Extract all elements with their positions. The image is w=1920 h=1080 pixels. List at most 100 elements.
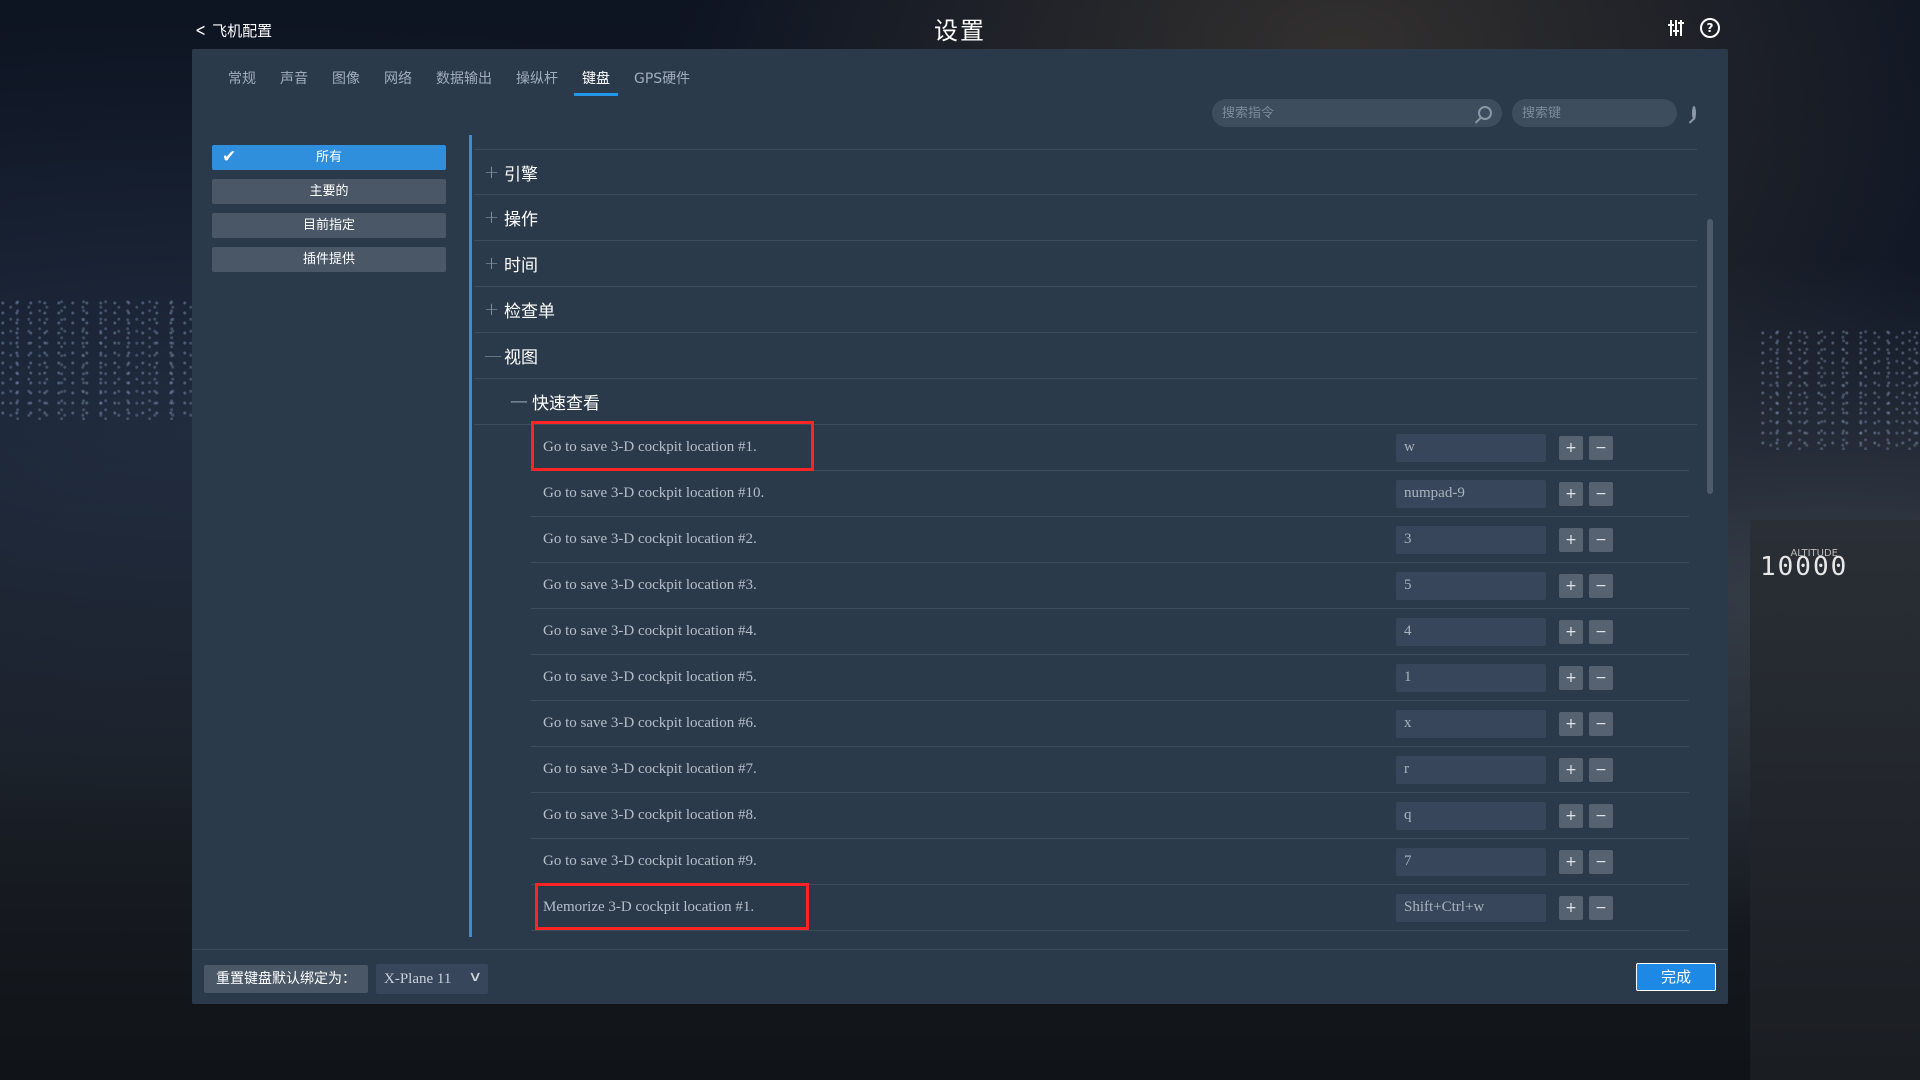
- category-checklist[interactable]: + 检查单: [474, 287, 1697, 333]
- remove-binding-button[interactable]: −: [1589, 711, 1613, 736]
- add-binding-button[interactable]: +: [1559, 849, 1583, 874]
- chevron-down-icon: ∨: [467, 970, 483, 985]
- key-binding-field[interactable]: q: [1396, 801, 1546, 830]
- category-label: 操作: [504, 210, 538, 230]
- key-binding-field[interactable]: 4: [1396, 617, 1546, 646]
- tab-bar: 常规 声音 图像 网络 数据输出 操纵杆 键盘 GPS硬件: [216, 68, 702, 96]
- settings-panel: 常规 声音 图像 网络 数据输出 操纵杆 键盘 GPS硬件 ✔ 所有 主要的 目…: [192, 49, 1728, 1004]
- command-label: Go to save 3-D cockpit location #7.: [543, 761, 757, 777]
- filter-label: 目前指定: [302, 218, 355, 233]
- search-key-input[interactable]: [1522, 105, 1692, 121]
- add-binding-button[interactable]: +: [1559, 665, 1583, 690]
- expand-icon: +: [484, 161, 500, 183]
- remove-binding-button[interactable]: −: [1589, 619, 1613, 644]
- scrollbar[interactable]: [1707, 219, 1713, 494]
- category-label: 引擎: [504, 164, 538, 185]
- key-binding-field[interactable]: 5: [1396, 571, 1546, 600]
- filter-label: 所有: [315, 150, 342, 165]
- command-row: Go to save 3-D cockpit location #5. 1 + …: [531, 655, 1689, 701]
- command-label: Go to save 3-D cockpit location #8.: [543, 807, 757, 823]
- command-row: Go to save 3-D cockpit location #3. 5 + …: [531, 563, 1689, 609]
- tab-data-output[interactable]: 数据输出: [424, 68, 504, 94]
- add-binding-button[interactable]: +: [1559, 481, 1583, 506]
- key-binding-field[interactable]: Shift+Ctrl+w: [1396, 893, 1546, 922]
- add-binding-button[interactable]: +: [1559, 573, 1583, 598]
- key-binding-field[interactable]: 3: [1396, 525, 1546, 554]
- add-binding-button[interactable]: +: [1559, 435, 1583, 460]
- category-view[interactable]: — 视图: [474, 333, 1697, 379]
- expand-icon: +: [484, 299, 500, 320]
- tab-gps-hardware[interactable]: GPS硬件: [622, 68, 702, 94]
- remove-binding-button[interactable]: −: [1589, 481, 1613, 506]
- search-key-box: [1512, 99, 1696, 127]
- collapse-icon: —: [510, 391, 528, 412]
- done-button[interactable]: 完成: [1636, 963, 1716, 991]
- subcategory-quick-look[interactable]: — 快速查看: [474, 379, 1697, 425]
- command-label: Memorize 3-D cockpit location #1.: [543, 899, 755, 915]
- category-engines[interactable]: + 引擎: [474, 149, 1697, 195]
- background-city-lights: [0, 300, 200, 420]
- remove-binding-button[interactable]: −: [1589, 665, 1613, 690]
- filter-all[interactable]: ✔ 所有: [212, 145, 446, 170]
- remove-binding-button[interactable]: −: [1589, 435, 1613, 460]
- add-binding-button[interactable]: +: [1559, 711, 1583, 736]
- add-binding-button[interactable]: +: [1559, 619, 1583, 644]
- top-bar: < 飞机配置 设置 ?: [0, 0, 1920, 50]
- category-operation[interactable]: + 操作: [474, 195, 1697, 241]
- command-label: Go to save 3-D cockpit location #1.: [543, 439, 757, 455]
- add-binding-button[interactable]: +: [1559, 895, 1583, 920]
- help-icon[interactable]: ?: [1700, 18, 1720, 38]
- key-binding-field[interactable]: 1: [1396, 663, 1546, 692]
- tab-network[interactable]: 网络: [372, 68, 424, 94]
- search-icon[interactable]: [1478, 106, 1492, 120]
- search-icon[interactable]: [1692, 106, 1696, 120]
- tab-keyboard[interactable]: 键盘: [570, 68, 622, 96]
- subcategory-label: 快速查看: [532, 394, 600, 414]
- command-row: Go to save 3-D cockpit location #7. r + …: [531, 747, 1689, 793]
- filter-label: 插件提供: [302, 252, 355, 267]
- remove-binding-button[interactable]: −: [1589, 803, 1613, 828]
- key-binding-field[interactable]: w: [1396, 433, 1546, 462]
- add-binding-button[interactable]: +: [1559, 527, 1583, 552]
- command-label: Go to save 3-D cockpit location #2.: [543, 531, 757, 547]
- tab-graphics[interactable]: 图像: [320, 68, 372, 94]
- tab-sound[interactable]: 声音: [268, 68, 320, 94]
- background-cockpit-panel: [1750, 520, 1920, 1080]
- filter-plugin[interactable]: 插件提供: [212, 247, 446, 272]
- filter-primary[interactable]: 主要的: [212, 179, 446, 204]
- command-row: Go to save 3-D cockpit location #6. x + …: [531, 701, 1689, 747]
- expand-icon: +: [484, 253, 500, 274]
- background-altitude-readout: 10000: [1760, 552, 1849, 582]
- expand-icon: +: [484, 207, 500, 228]
- category-time[interactable]: + 时间: [474, 241, 1697, 287]
- search-command-box: [1212, 99, 1502, 127]
- command-label: Go to save 3-D cockpit location #10.: [543, 485, 765, 501]
- command-row: Go to save 3-D cockpit location #9. 7 + …: [531, 839, 1689, 885]
- search-command-input[interactable]: [1222, 105, 1478, 121]
- command-row: Go to save 3-D cockpit location #2. 3 + …: [531, 517, 1689, 563]
- command-row: Go to save 3-D cockpit location #4. 4 + …: [531, 609, 1689, 655]
- preset-dropdown[interactable]: X-Plane 11 ∨: [376, 964, 488, 994]
- key-binding-field[interactable]: x: [1396, 709, 1546, 738]
- key-binding-field[interactable]: 7: [1396, 847, 1546, 876]
- command-row: Go to save 3-D cockpit location #1. w + …: [531, 425, 1689, 471]
- sliders-icon[interactable]: [1666, 18, 1686, 38]
- remove-binding-button[interactable]: −: [1589, 849, 1613, 874]
- remove-binding-button[interactable]: −: [1589, 527, 1613, 552]
- remove-binding-button[interactable]: −: [1589, 573, 1613, 598]
- command-row: Memorize 3-D cockpit location #1. Shift+…: [531, 885, 1689, 931]
- category-label: 时间: [504, 256, 538, 276]
- category-label: 检查单: [504, 302, 555, 322]
- add-binding-button[interactable]: +: [1559, 757, 1583, 782]
- top-icons: ?: [1666, 18, 1720, 38]
- checkmark-icon: ✔: [222, 147, 237, 167]
- remove-binding-button[interactable]: −: [1589, 757, 1613, 782]
- remove-binding-button[interactable]: −: [1589, 895, 1613, 920]
- reset-defaults-label: 重置键盘默认绑定为：: [204, 965, 368, 993]
- add-binding-button[interactable]: +: [1559, 803, 1583, 828]
- key-binding-field[interactable]: r: [1396, 755, 1546, 784]
- key-binding-field[interactable]: numpad-9: [1396, 479, 1546, 508]
- tab-joystick[interactable]: 操纵杆: [504, 68, 570, 94]
- tab-general[interactable]: 常规: [216, 68, 268, 94]
- filter-assigned[interactable]: 目前指定: [212, 213, 446, 238]
